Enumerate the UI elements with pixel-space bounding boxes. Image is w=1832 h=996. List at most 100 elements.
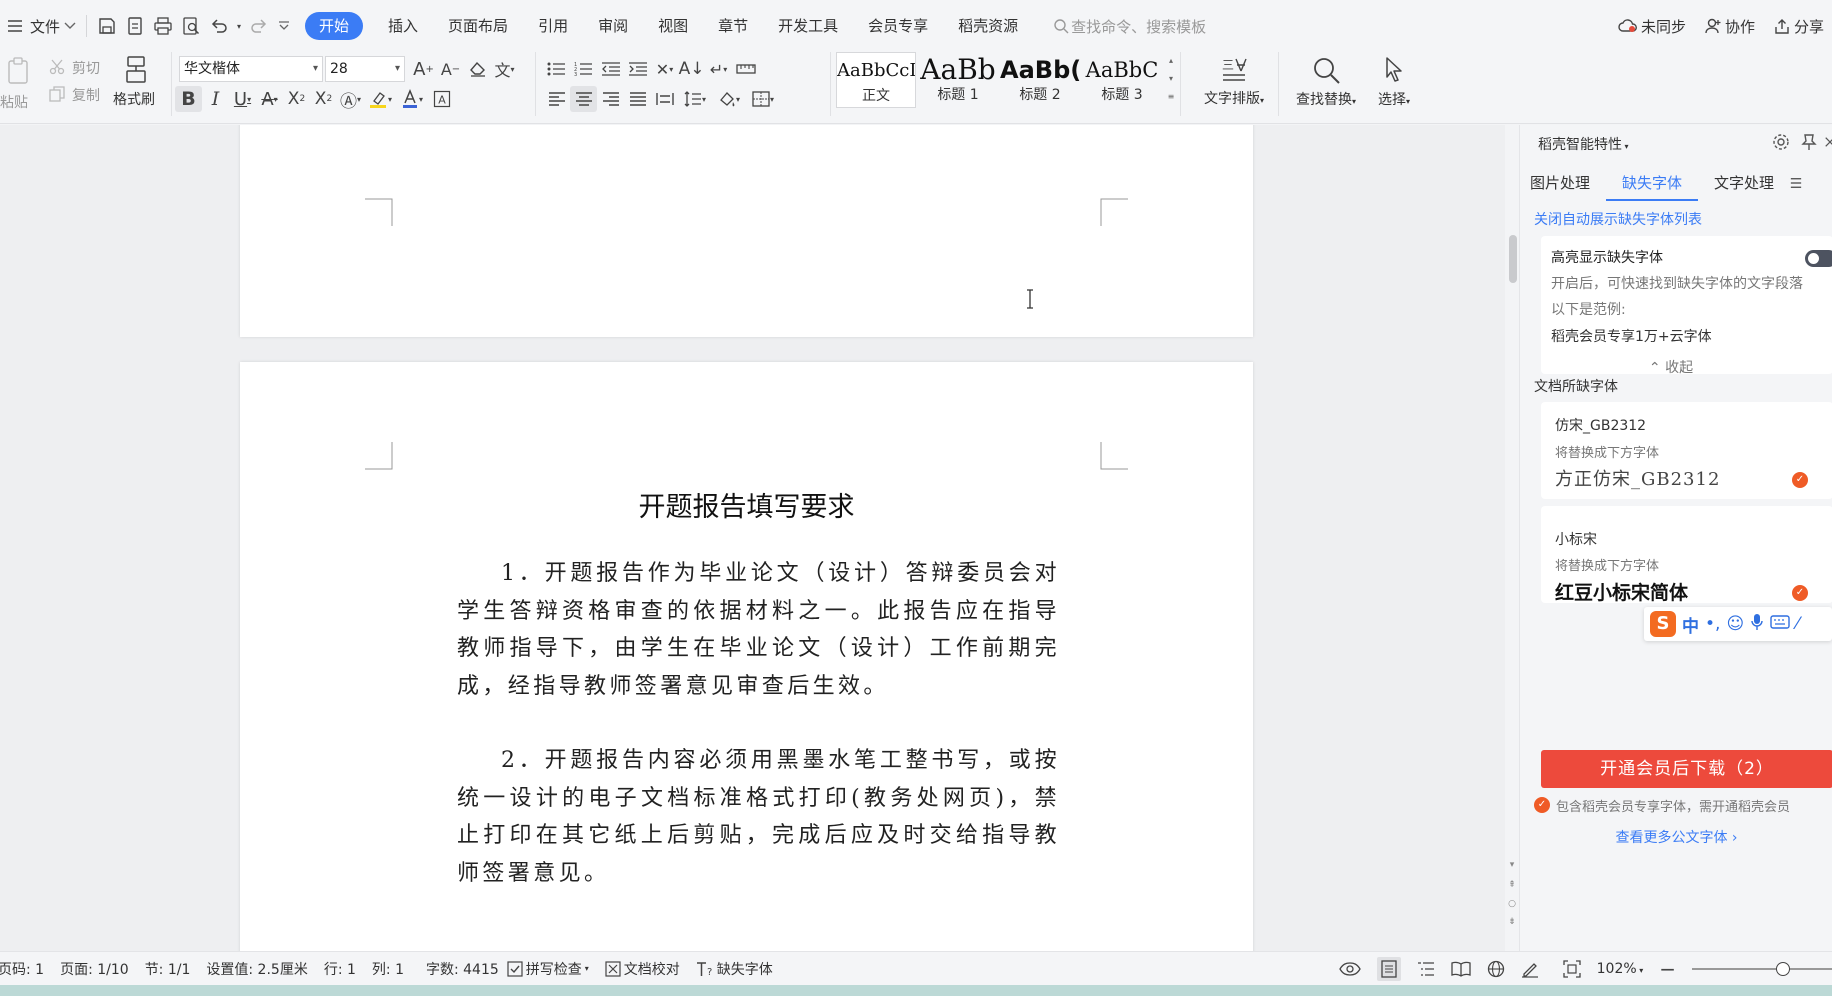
- emoji-icon[interactable]: ☺: [1726, 614, 1744, 634]
- borders-icon[interactable]: ▾: [746, 86, 780, 112]
- chevron-down-icon[interactable]: [60, 12, 80, 40]
- tab-image-processing[interactable]: 图片处理: [1520, 165, 1606, 201]
- tab-developer[interactable]: 开发工具: [763, 12, 853, 40]
- pinyin-guide-icon[interactable]: 文 ▾: [491, 56, 518, 82]
- shading-icon[interactable]: ▾: [712, 86, 746, 112]
- punctuation-icon[interactable]: •,: [1705, 614, 1720, 634]
- align-center-icon[interactable]: [570, 86, 597, 112]
- bold-button[interactable]: B: [175, 86, 202, 112]
- font-shrink-icon[interactable]: A −: [437, 56, 464, 82]
- scroll-down-icon[interactable]: ▾: [1505, 860, 1519, 870]
- save-icon[interactable]: [93, 12, 121, 40]
- page-view-icon[interactable]: [1376, 957, 1401, 981]
- style-heading-2[interactable]: AaBb( 标题 2: [1000, 52, 1080, 108]
- line-spacing-icon[interactable]: ▾: [678, 86, 712, 112]
- member-download-button[interactable]: 开通会员后下载（2）: [1541, 750, 1832, 788]
- print-icon[interactable]: [149, 12, 177, 40]
- paste-label[interactable]: 粘贴: [0, 92, 28, 112]
- missing-font-card[interactable]: 仿宋_GB2312 将替换成下方字体 方正仿宋_GB2312 ✓: [1541, 402, 1832, 499]
- tab-page-layout[interactable]: 页面布局: [433, 12, 523, 40]
- vertical-scrollbar[interactable]: ▾ ⇞ ○ ⇟: [1505, 125, 1519, 951]
- highlight-toggle[interactable]: [1805, 250, 1832, 267]
- export-pdf-icon[interactable]: [121, 12, 149, 40]
- chinese-layout-icon[interactable]: ✕ ▾: [651, 56, 678, 82]
- style-normal[interactable]: AaBbCcI 正文: [836, 52, 916, 108]
- write-mode-icon[interactable]: [1521, 960, 1539, 978]
- document-page[interactable]: 开题报告填写要求 1．开题报告作为毕业论文（设计）答辩委员会对学生答辩资格审查的…: [240, 362, 1253, 951]
- collapse-button[interactable]: ⌃ 收起: [1541, 357, 1801, 377]
- tab-view[interactable]: 视图: [643, 12, 703, 40]
- document-page-previous[interactable]: [240, 125, 1253, 337]
- missing-font-card[interactable]: 小标宋 将替换成下方字体 红豆小标宋简体 ✓: [1541, 506, 1832, 604]
- superscript-button[interactable]: X2: [283, 86, 310, 112]
- scissors-icon[interactable]: [48, 58, 66, 76]
- zoom-out-icon[interactable]: −: [1659, 957, 1676, 981]
- tab-insert[interactable]: 插入: [373, 12, 433, 40]
- status-section[interactable]: 节: 1/1: [145, 959, 191, 979]
- tab-missing-fonts[interactable]: 缺失字体: [1606, 165, 1699, 201]
- print-preview-icon[interactable]: [177, 12, 205, 40]
- ime-toolbar[interactable]: S 中 •, ☺ ⁄: [1644, 607, 1832, 641]
- web-view-icon[interactable]: [1487, 960, 1505, 978]
- scrollbar-thumb[interactable]: [1509, 235, 1517, 283]
- underline-button[interactable]: U ▾: [229, 86, 256, 112]
- pin-icon[interactable]: [1798, 131, 1820, 153]
- align-left-icon[interactable]: [543, 86, 570, 112]
- italic-button[interactable]: I: [202, 86, 229, 112]
- microphone-icon[interactable]: [1750, 613, 1764, 636]
- more-fonts-link[interactable]: 查看更多公文字体 ›: [1520, 827, 1832, 847]
- redo-icon[interactable]: [245, 12, 273, 40]
- zoom-slider-thumb[interactable]: [1776, 962, 1790, 976]
- text-effect-button[interactable]: Ⓐ ▾: [337, 86, 364, 112]
- doc-proofread-button[interactable]: 文档校对: [605, 959, 680, 979]
- paragraph-direction-icon[interactable]: ↵ ▾: [705, 56, 732, 82]
- customize-toolbar-icon[interactable]: [273, 12, 295, 40]
- highlight-color-button[interactable]: ▾: [364, 86, 396, 112]
- browse-object-icon[interactable]: ○: [1505, 899, 1519, 909]
- font-grow-icon[interactable]: A +: [410, 56, 437, 82]
- hamburger-menu-icon[interactable]: [4, 12, 26, 40]
- status-page-code[interactable]: 页码: 1: [0, 959, 44, 979]
- decrease-indent-icon[interactable]: [597, 56, 624, 82]
- sort-icon[interactable]: A↓: [678, 56, 705, 82]
- format-painter-icon[interactable]: [122, 54, 150, 86]
- collaborate-button[interactable]: 协作: [1704, 16, 1755, 37]
- numbered-list-icon[interactable]: 123: [570, 56, 597, 82]
- font-size-select[interactable]: 28 ▾: [325, 56, 405, 82]
- tab-text-processing[interactable]: 文字处理: [1698, 165, 1790, 201]
- text-layout-button[interactable]: 三 文字排版▾: [1196, 52, 1272, 108]
- subscript-button[interactable]: X2: [310, 86, 337, 112]
- zoom-slider[interactable]: [1692, 961, 1832, 977]
- increase-indent-icon[interactable]: [624, 56, 651, 82]
- file-menu-label[interactable]: 文件: [30, 16, 60, 37]
- keyboard-icon[interactable]: [1770, 614, 1790, 634]
- reading-view-icon[interactable]: [1450, 961, 1471, 977]
- command-search[interactable]: 查找命令、搜索模板: [1051, 16, 1206, 37]
- tab-references[interactable]: 引用: [523, 12, 583, 40]
- document-paragraph-2[interactable]: 2．开题报告内容必须用黑墨水笔工整书写，或按统一设计的电子文档标准格式打印(教务…: [457, 742, 1060, 892]
- sync-button[interactable]: 未同步: [1618, 16, 1686, 37]
- cut-label[interactable]: 剪切: [72, 58, 100, 78]
- status-col[interactable]: 列: 1: [372, 959, 404, 979]
- eye-protection-icon[interactable]: [1338, 961, 1361, 977]
- tab-member[interactable]: 会员专享: [853, 12, 943, 40]
- panel-title[interactable]: 稻壳智能特性 ▾: [1538, 134, 1629, 154]
- document-title[interactable]: 开题报告填写要求: [240, 485, 1253, 524]
- tab-home[interactable]: 开始: [305, 12, 364, 40]
- tab-review[interactable]: 审阅: [583, 12, 643, 40]
- format-painter-label[interactable]: 格式刷: [113, 89, 155, 109]
- copy-icon[interactable]: [48, 85, 66, 103]
- gear-icon[interactable]: [1770, 131, 1792, 153]
- missing-font-status-button[interactable]: ? 缺失字体: [696, 959, 773, 979]
- character-border-button[interactable]: A: [428, 86, 455, 112]
- strikethrough-button[interactable]: A ▾: [256, 86, 283, 112]
- style-heading-1[interactable]: AaBb 标题 1: [918, 52, 998, 108]
- status-page[interactable]: 页面: 1/10: [60, 959, 129, 979]
- styles-scroll-arrows[interactable]: ▴ ▾ ≡: [1166, 52, 1176, 108]
- bullet-list-icon[interactable]: [543, 56, 570, 82]
- align-right-icon[interactable]: [597, 86, 624, 112]
- status-word-count[interactable]: 字数: 4415: [426, 959, 499, 979]
- font-color-button[interactable]: ▾: [396, 86, 428, 112]
- outline-view-icon[interactable]: [1417, 961, 1435, 977]
- next-page-icon[interactable]: ⇟: [1505, 917, 1519, 927]
